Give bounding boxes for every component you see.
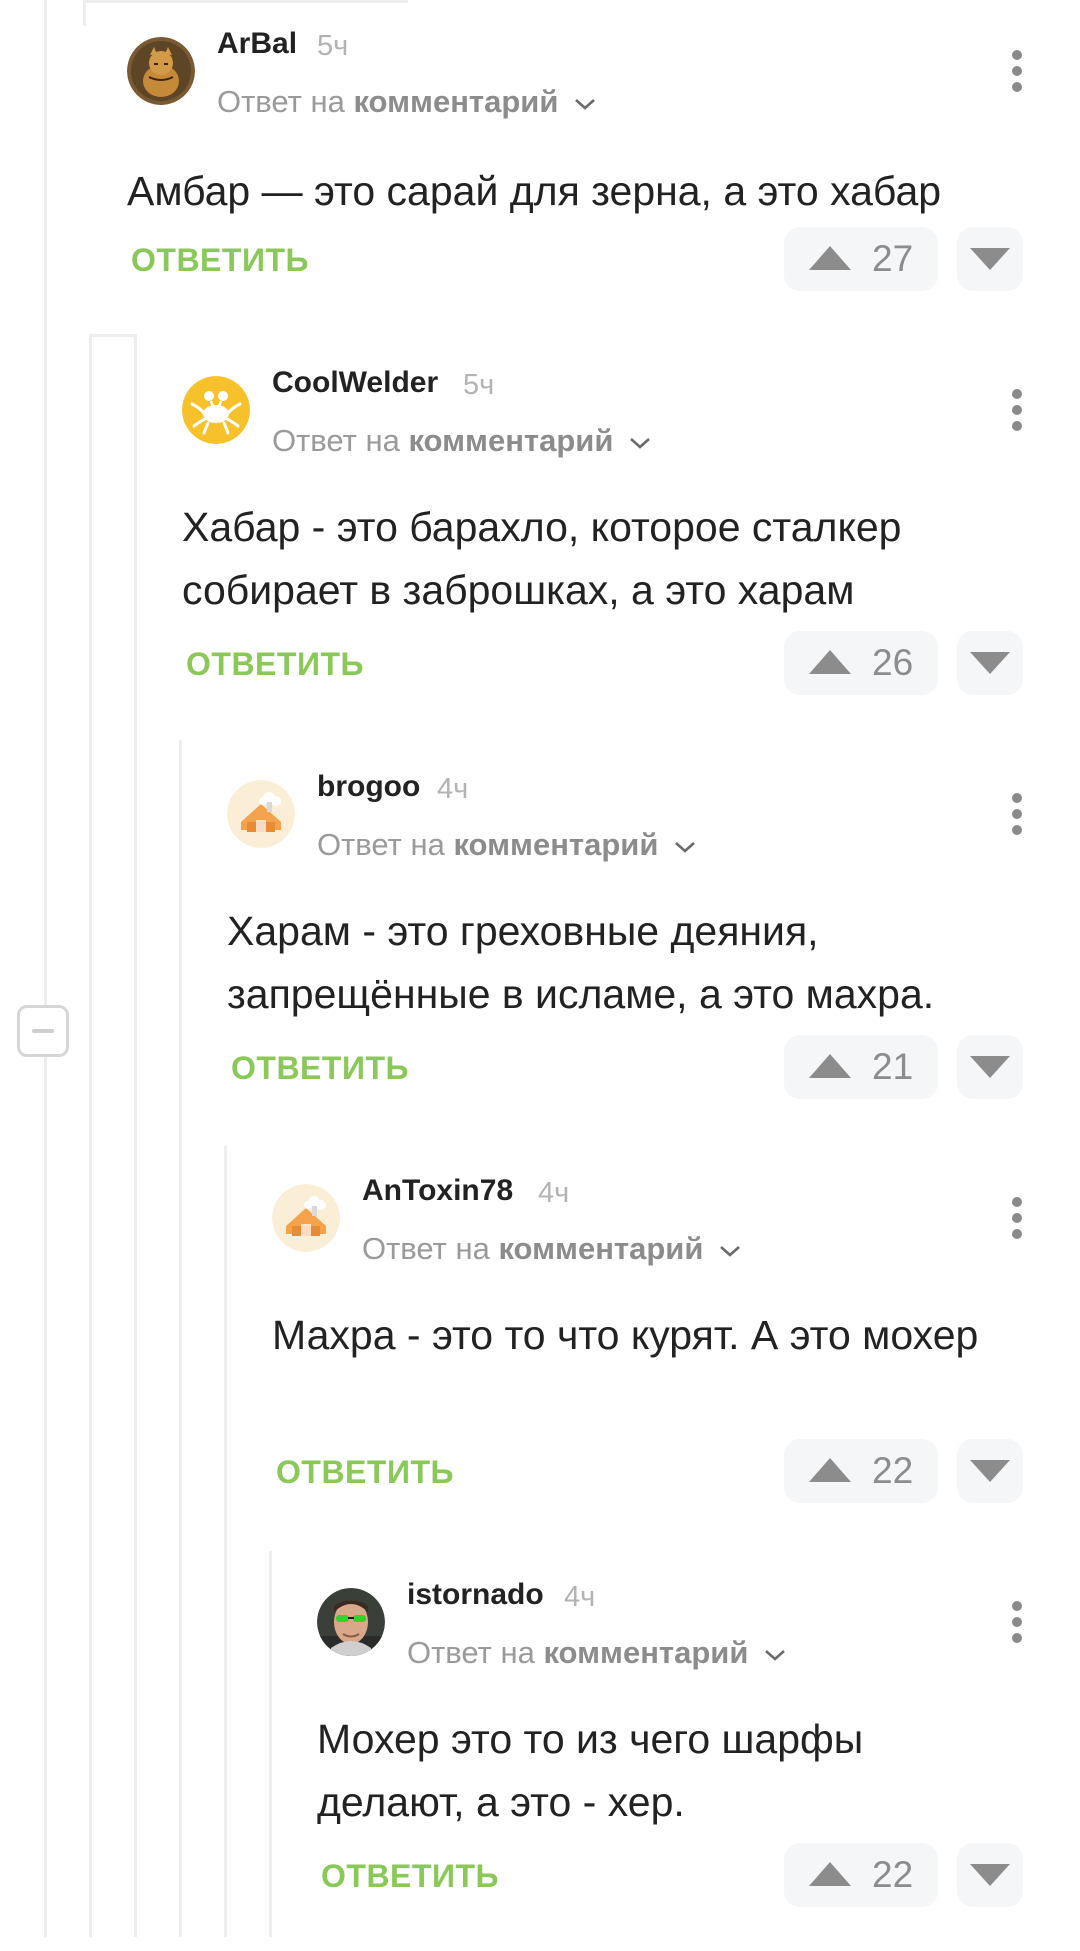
- upvote-icon[interactable]: [808, 1861, 852, 1887]
- thread-line: [224, 1146, 227, 1937]
- comment-time: 5ч: [317, 30, 349, 62]
- comment: AnToxin78 4ч Ответ на комментарий Махра …: [272, 1147, 1080, 1547]
- reply-to-link[interactable]: Ответ на комментарий: [407, 1635, 787, 1671]
- comment-text: Мохер это то из чего шарфы делают, а это…: [317, 1716, 864, 1825]
- reply-to-link[interactable]: Ответ на комментарий: [217, 84, 597, 120]
- upvote-icon[interactable]: [808, 649, 852, 675]
- thread-line: [269, 1551, 272, 1937]
- more-options-icon[interactable]: [1012, 1601, 1022, 1643]
- downvote-icon: [970, 1460, 1010, 1482]
- thread-line: [44, 0, 47, 1937]
- comment: CoolWelder 5ч Ответ на комментарий Хабар…: [182, 339, 1080, 739]
- downvote-icon: [970, 248, 1010, 270]
- minus-icon: [32, 1029, 54, 1033]
- reply-to-prefix: Ответ на: [317, 827, 445, 862]
- reply-button[interactable]: ОТВЕТИТЬ: [321, 1856, 499, 1896]
- reply-button[interactable]: ОТВЕТИТЬ: [276, 1452, 454, 1492]
- rating-count: 22: [872, 1450, 914, 1491]
- comment-text: Хабар - это барахло, которое сталкер соб…: [182, 504, 902, 613]
- more-options-icon[interactable]: [1012, 793, 1022, 835]
- avatar[interactable]: [182, 376, 250, 444]
- downvote-icon: [970, 1056, 1010, 1078]
- rating-count: 26: [872, 642, 914, 683]
- comment-time: 4ч: [538, 1177, 570, 1209]
- reply-to-target: комментарий: [453, 827, 659, 862]
- downvote-icon: [970, 652, 1010, 674]
- comment-text: Махра - это то что курят. А это мохер: [272, 1312, 979, 1358]
- vote-widget: 27: [784, 227, 938, 291]
- comment-time: 5ч: [463, 369, 495, 401]
- author-name[interactable]: istornado: [407, 1577, 544, 1613]
- rating-count: 27: [872, 238, 914, 279]
- reply-to-target: комментарий: [408, 423, 614, 458]
- reply-to-link[interactable]: Ответ на комментарий: [362, 1231, 742, 1267]
- downvote-button[interactable]: [957, 1035, 1023, 1099]
- collapse-thread-button[interactable]: [17, 1005, 69, 1057]
- upvote-icon[interactable]: [808, 1053, 852, 1079]
- reply-to-link[interactable]: Ответ на комментарий: [272, 423, 652, 459]
- avatar[interactable]: [272, 1184, 340, 1252]
- more-options-icon[interactable]: [1012, 1197, 1022, 1239]
- downvote-button[interactable]: [957, 1843, 1023, 1907]
- vote-widget: 22: [784, 1439, 938, 1503]
- rating-count: 21: [872, 1046, 914, 1087]
- thread-line: [179, 740, 182, 1937]
- author-name[interactable]: brogoo: [317, 769, 420, 805]
- chevron-down-icon: [575, 98, 595, 110]
- vote-widget: 22: [784, 1843, 938, 1907]
- reply-to-target: комментарий: [543, 1635, 749, 1670]
- reply-to-prefix: Ответ на: [217, 84, 345, 119]
- reply-to-prefix: Ответ на: [362, 1231, 490, 1266]
- avatar[interactable]: [227, 780, 295, 848]
- author-name[interactable]: AnToxin78: [362, 1173, 513, 1209]
- reply-to-target: комментарий: [353, 84, 559, 119]
- vote-widget: 21: [784, 1035, 938, 1099]
- vote-widget: 26: [784, 631, 938, 695]
- reply-to-prefix: Ответ на: [407, 1635, 535, 1670]
- reply-to-target: комментарий: [498, 1231, 704, 1266]
- comment: istornado 4ч Ответ на комментарий Мохер …: [317, 1551, 1080, 1951]
- chevron-down-icon: [765, 1649, 785, 1661]
- downvote-button[interactable]: [957, 1439, 1023, 1503]
- author-name[interactable]: ArBal: [217, 26, 297, 62]
- more-options-icon[interactable]: [1012, 389, 1022, 431]
- avatar[interactable]: [127, 37, 195, 105]
- chevron-down-icon: [720, 1245, 740, 1257]
- reply-to-prefix: Ответ на: [272, 423, 400, 458]
- reply-button[interactable]: ОТВЕТИТЬ: [186, 644, 364, 684]
- author-name[interactable]: CoolWelder: [272, 365, 438, 401]
- reply-button[interactable]: ОТВЕТИТЬ: [231, 1048, 409, 1088]
- downvote-button[interactable]: [957, 227, 1023, 291]
- more-options-icon[interactable]: [1012, 50, 1022, 92]
- rating-count: 22: [872, 1854, 914, 1895]
- thread-line: [83, 0, 86, 26]
- chevron-down-icon: [675, 841, 695, 853]
- thread-line: [89, 334, 92, 1937]
- avatar[interactable]: [317, 1588, 385, 1656]
- thread-line: [134, 334, 137, 1937]
- downvote-icon: [970, 1864, 1010, 1886]
- comment-time: 4ч: [564, 1581, 596, 1613]
- comment-time: 4ч: [437, 773, 469, 805]
- comment: brogoo 4ч Ответ на комментарий Харам - э…: [227, 743, 1080, 1143]
- downvote-button[interactable]: [957, 631, 1023, 695]
- reply-button[interactable]: ОТВЕТИТЬ: [131, 240, 309, 280]
- chevron-down-icon: [630, 437, 650, 449]
- upvote-icon[interactable]: [808, 1457, 852, 1483]
- comment-text: Амбар — это сарай для зерна, а это хабар: [127, 168, 942, 214]
- reply-to-link[interactable]: Ответ на комментарий: [317, 827, 697, 863]
- upvote-icon[interactable]: [808, 245, 852, 271]
- comment-text: Харам - это греховные деяния, запрещённы…: [227, 908, 935, 1017]
